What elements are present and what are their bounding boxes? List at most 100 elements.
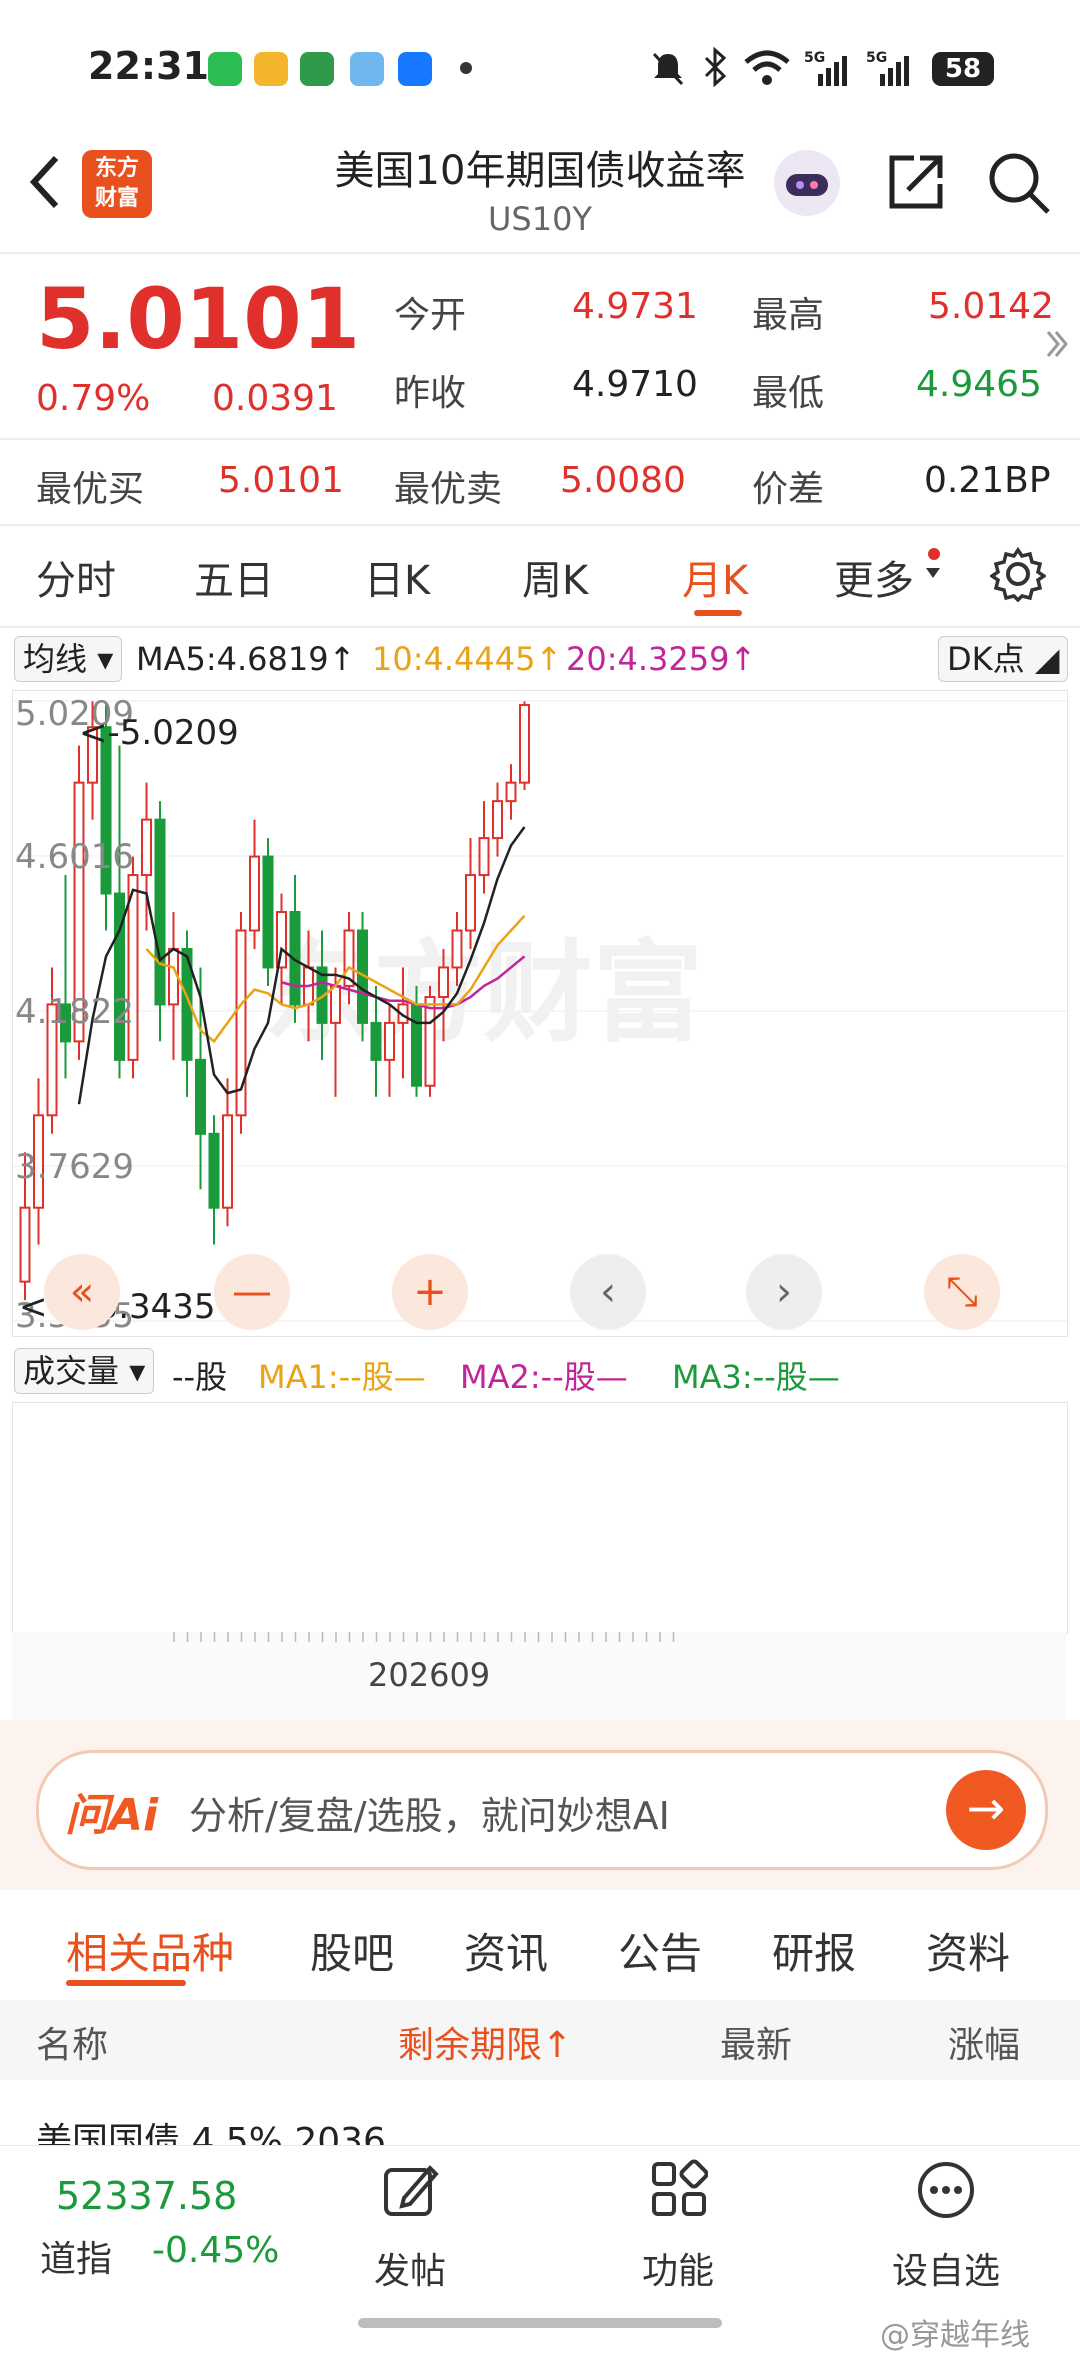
change-percent: 0.79%	[36, 378, 151, 419]
kline-chart[interactable]: 东方财富 5.02094.60164.18223.76293.3435 <-5.…	[12, 690, 1068, 1337]
ai-assistant-icon[interactable]	[774, 150, 840, 216]
minus-icon[interactable]: —	[214, 1254, 290, 1330]
logo-line1: 东方	[94, 156, 139, 181]
nav-function[interactable]: 功能	[642, 2242, 714, 2294]
battery-icon: 58	[932, 52, 994, 86]
col-name: 名称	[36, 2025, 109, 2066]
back-arrow-icon[interactable]	[24, 150, 64, 225]
plus-icon[interactable]: +	[392, 1254, 468, 1330]
candle-body	[411, 1003, 422, 1087]
svg-text:5G: 5G	[866, 50, 887, 66]
volume-chart[interactable]	[12, 1402, 1068, 1634]
tab-more[interactable]: 更多	[834, 548, 914, 606]
ask-value: 5.0080	[560, 460, 686, 501]
dk-point-selector[interactable]: DK点 ◢	[938, 636, 1069, 682]
status-time: 22:31	[88, 44, 209, 88]
nav-watchlist[interactable]: 设自选	[892, 2242, 1000, 2294]
y-tick-label: 4.6016	[15, 837, 134, 877]
divider	[0, 252, 1080, 254]
svg-text:5G: 5G	[804, 50, 825, 66]
max-marker-label: <-5.0209	[79, 713, 239, 753]
candle-body	[478, 837, 490, 877]
add-watchlist-icon[interactable]	[914, 2158, 978, 2222]
candle-body	[154, 818, 166, 1006]
volume-selector-label: 成交量	[23, 1352, 120, 1390]
active-tab-indicator	[694, 610, 742, 616]
watermark-text: @穿越年线	[880, 2318, 1030, 2353]
ma-selector[interactable]: 均线 ▾	[14, 636, 123, 682]
ai-logo: 问Ai	[65, 1790, 159, 1841]
ma5-value: MA5:4.6819↑	[136, 640, 356, 678]
notification-dot-icon	[460, 62, 472, 74]
y-tick-label: 3.7629	[15, 1147, 134, 1187]
candle-body	[451, 929, 463, 969]
chevron-right-icon[interactable]: ›	[746, 1254, 822, 1330]
signal-5g-icon-2: 5G	[866, 50, 909, 86]
post-edit-icon[interactable]	[380, 2160, 440, 2220]
weather-icon	[350, 52, 384, 86]
bluetooth-icon	[704, 46, 727, 88]
last-price: 5.0101	[36, 270, 361, 368]
nav-post[interactable]: 发帖	[374, 2242, 446, 2294]
prev-close-label: 昨收	[394, 373, 467, 414]
chart-watermark: 东方财富	[263, 929, 703, 1057]
ai-search-box[interactable]: 问Ai 分析/复盘/选股，就问妙想AI	[36, 1750, 1048, 1870]
col-remaining[interactable]: 剩余期限↑	[398, 2016, 572, 2068]
tab-weekly-k[interactable]: 周K	[522, 548, 588, 606]
change-value: 0.0391	[212, 378, 338, 419]
tab-forum[interactable]: 股吧	[310, 1920, 394, 1981]
tab-related[interactable]: 相关品种	[66, 1920, 234, 1981]
page-title: 美国10年期国债收益率	[334, 148, 746, 194]
dk-label: DK点	[947, 640, 1025, 678]
search-icon[interactable]	[986, 150, 1052, 216]
candle-body	[19, 1206, 31, 1283]
tab-five-day[interactable]: 五日	[194, 548, 274, 606]
low-label: 最低	[752, 373, 825, 414]
ai-go-arrow-icon[interactable]: →	[946, 1770, 1026, 1850]
open-value: 4.9731	[572, 286, 698, 327]
low-value: 4.9465	[916, 364, 1042, 405]
tab-research[interactable]: 研报	[772, 1920, 856, 1981]
volume-selector[interactable]: 成交量 ▾	[14, 1348, 155, 1394]
col-latest[interactable]: 最新	[720, 2016, 792, 2068]
index-name[interactable]: 道指	[40, 2230, 112, 2282]
time-axis[interactable]: 202609	[12, 1632, 1066, 1720]
oppo-icon	[300, 52, 334, 86]
double-chevron-left-icon[interactable]: «	[44, 1254, 120, 1330]
tab-intraday[interactable]: 分时	[36, 548, 116, 606]
bid-value: 5.0101	[218, 460, 344, 501]
settings-gear-icon[interactable]	[990, 546, 1046, 602]
x-axis-label: 202609	[368, 1656, 491, 1694]
kline-svg: 东方财富 5.02094.60164.18223.76293.3435	[13, 694, 1067, 1336]
function-grid-icon[interactable]	[648, 2158, 708, 2218]
candle-body	[424, 996, 436, 1087]
index-change[interactable]: -0.45%	[152, 2230, 279, 2271]
ma-selector-label: 均线	[23, 640, 88, 678]
expand-chevron-icon[interactable]	[1044, 326, 1070, 362]
candle-body	[222, 1114, 233, 1209]
tab-profile[interactable]: 资料	[926, 1920, 1010, 1981]
tab-news[interactable]: 资讯	[464, 1920, 548, 1981]
candle-body	[276, 911, 287, 969]
weibo-icon	[254, 52, 288, 86]
ask-label: 最优卖	[394, 469, 503, 510]
tab-announcements[interactable]: 公告	[618, 1920, 702, 1981]
share-icon[interactable]	[884, 150, 948, 214]
col-change[interactable]: 涨幅	[948, 2016, 1020, 2068]
volume-ma1: MA1:--股—	[258, 1358, 426, 1396]
high-label: 最高	[752, 295, 825, 336]
tab-monthly-k[interactable]: 月K	[682, 548, 748, 606]
expand-icon[interactable]: ⤡	[924, 1254, 1000, 1330]
app-logo: 东方 财富	[82, 150, 152, 218]
volume-ma2: MA2:--股—	[460, 1358, 628, 1396]
table-header: 名称 剩余期限↑ 最新 涨幅	[0, 2000, 1080, 2080]
more-dropdown-icon	[926, 568, 940, 578]
time-axis-ticks	[173, 1632, 675, 1642]
alipay-icon	[398, 52, 432, 86]
more-badge-dot	[928, 548, 940, 560]
divider	[0, 438, 1080, 440]
chevron-left-icon[interactable]: ‹	[570, 1254, 646, 1330]
tab-daily-k[interactable]: 日K	[364, 548, 430, 606]
index-value[interactable]: 52337.58	[56, 2174, 237, 2218]
security-code: US10Y	[488, 200, 592, 238]
